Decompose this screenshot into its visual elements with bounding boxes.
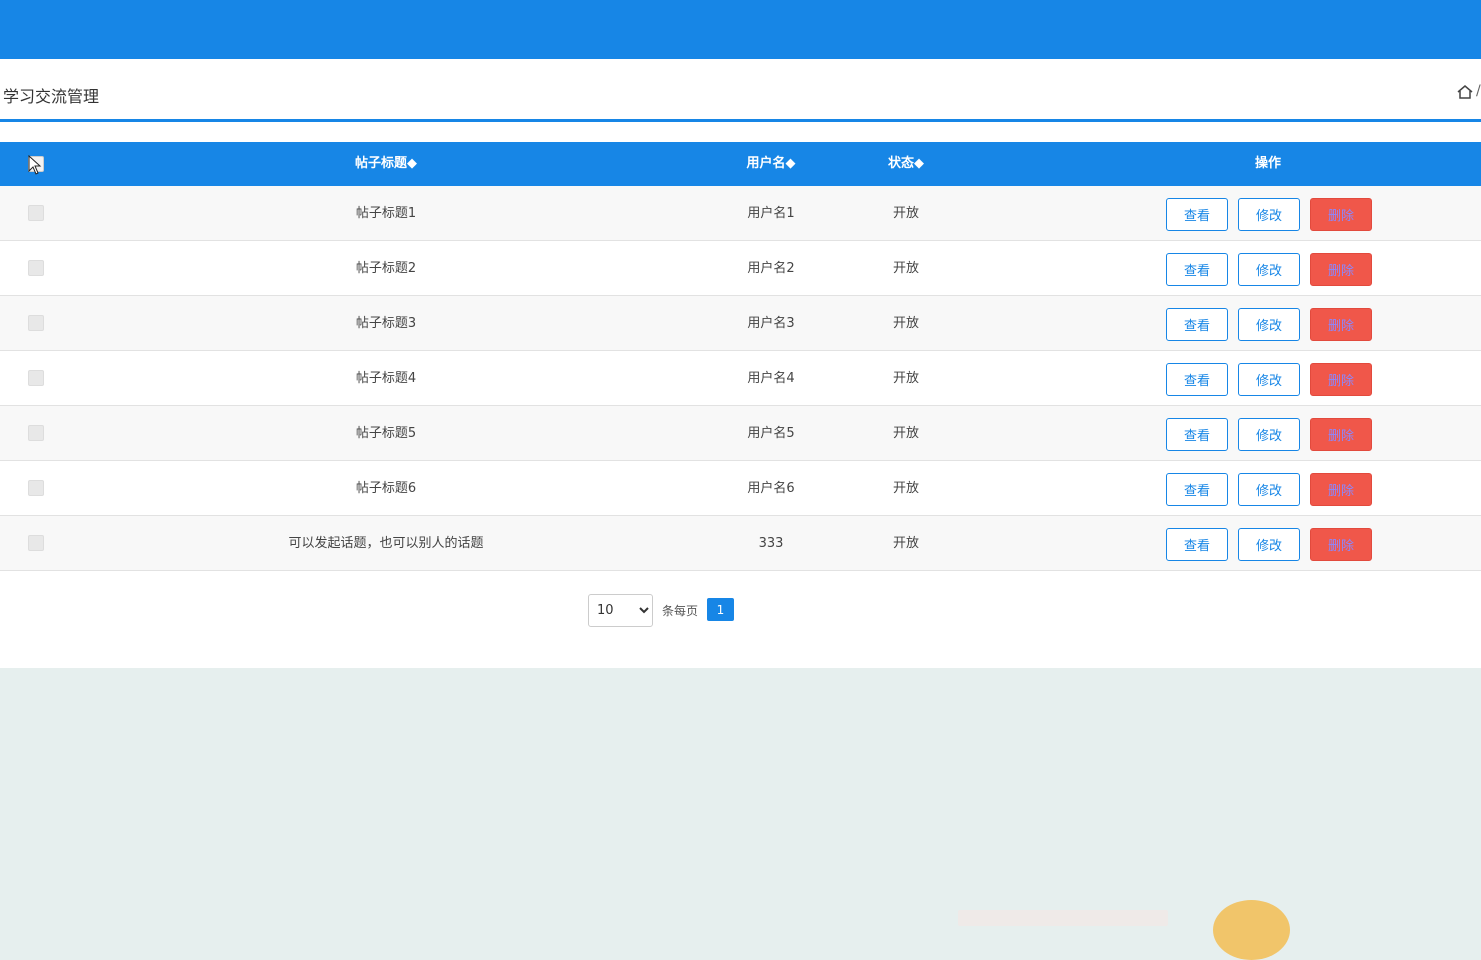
table-row: 帖子标题6 用户名6 开放 查看 修改 删除 <box>0 461 1481 516</box>
edit-button[interactable]: 修改 <box>1238 308 1300 341</box>
delete-button[interactable]: 删除 <box>1310 253 1372 286</box>
pagination: 10 条每页 1 <box>0 594 1481 630</box>
cell-status: 开放 <box>892 426 919 441</box>
cell-status: 开放 <box>892 206 919 221</box>
cell-username: 用户名5 <box>747 426 795 441</box>
row-checkbox[interactable] <box>28 535 44 551</box>
delete-button[interactable]: 删除 <box>1310 308 1372 341</box>
table-header: 帖子标题◆ 用户名◆ 状态◆ 操作 <box>0 142 1481 186</box>
edit-button[interactable]: 修改 <box>1238 528 1300 561</box>
row-checkbox[interactable] <box>28 370 44 386</box>
view-button[interactable]: 查看 <box>1166 308 1228 341</box>
watermark-toolbar <box>958 910 1168 926</box>
table-body: 帖子标题1 用户名1 开放 查看 修改 删除 帖子标题2 用户名2 开放 查看 … <box>0 186 1481 571</box>
home-icon[interactable] <box>1456 83 1474 101</box>
column-header-actions: 操作 <box>1254 156 1281 171</box>
table-row: 帖子标题3 用户名3 开放 查看 修改 删除 <box>0 296 1481 351</box>
row-checkbox[interactable] <box>28 260 44 276</box>
table-row: 帖子标题5 用户名5 开放 查看 修改 删除 <box>0 406 1481 461</box>
cell-title: 可以发起话题，也可以别人的话题 <box>288 536 484 551</box>
cell-status: 开放 <box>892 316 919 331</box>
cell-title: 帖子标题5 <box>355 426 417 441</box>
breadcrumb-separator: / <box>1476 83 1481 99</box>
page-title: 学习交流管理 <box>3 87 100 106</box>
view-button[interactable]: 查看 <box>1166 253 1228 286</box>
cell-username: 用户名6 <box>747 481 795 496</box>
column-header-username[interactable]: 用户名◆ <box>721 142 821 186</box>
edit-button[interactable]: 修改 <box>1238 198 1300 231</box>
cell-title: 帖子标题2 <box>355 261 417 276</box>
cell-status: 开放 <box>892 536 919 551</box>
edit-button[interactable]: 修改 <box>1238 363 1300 396</box>
row-checkbox[interactable] <box>28 480 44 496</box>
view-button[interactable]: 查看 <box>1166 198 1228 231</box>
delete-button[interactable]: 删除 <box>1310 363 1372 396</box>
cell-username: 用户名3 <box>747 316 795 331</box>
column-header-title[interactable]: 帖子标题◆ <box>286 142 486 186</box>
delete-button[interactable]: 删除 <box>1310 418 1372 451</box>
cell-title: 帖子标题4 <box>355 371 417 386</box>
page-header: 学习交流管理 / <box>0 59 1481 122</box>
page-size-select[interactable]: 10 <box>588 594 653 627</box>
table-row: 可以发起话题，也可以别人的话题 333 开放 查看 修改 删除 <box>0 516 1481 571</box>
table-row: 帖子标题2 用户名2 开放 查看 修改 删除 <box>0 241 1481 296</box>
delete-button[interactable]: 删除 <box>1310 528 1372 561</box>
cell-username: 用户名2 <box>747 261 795 276</box>
edit-button[interactable]: 修改 <box>1238 473 1300 506</box>
page-button-current[interactable]: 1 <box>707 598 734 621</box>
edit-button[interactable]: 修改 <box>1238 253 1300 286</box>
cell-title: 帖子标题6 <box>355 481 417 496</box>
per-page-label: 条每页 <box>662 604 699 618</box>
cell-title: 帖子标题3 <box>355 316 417 331</box>
edit-button[interactable]: 修改 <box>1238 418 1300 451</box>
view-button[interactable]: 查看 <box>1166 363 1228 396</box>
cell-username: 用户名4 <box>747 371 795 386</box>
cell-status: 开放 <box>892 481 919 496</box>
table-row: 帖子标题1 用户名1 开放 查看 修改 删除 <box>0 186 1481 241</box>
cell-username: 333 <box>758 536 784 551</box>
view-button[interactable]: 查看 <box>1166 473 1228 506</box>
top-navbar <box>0 0 1481 59</box>
floating-assistant-button[interactable] <box>1213 900 1290 960</box>
row-checkbox[interactable] <box>28 315 44 331</box>
cell-title: 帖子标题1 <box>355 206 417 221</box>
cell-status: 开放 <box>892 371 919 386</box>
cell-username: 用户名1 <box>747 206 795 221</box>
delete-button[interactable]: 删除 <box>1310 473 1372 506</box>
mouse-cursor-icon <box>28 155 42 175</box>
cell-status: 开放 <box>892 261 919 276</box>
delete-button[interactable]: 删除 <box>1310 198 1372 231</box>
content-panel: 学习交流管理 / 帖子标题◆ 用户名◆ 状态◆ 操作 帖子标题1 用户名1 开放… <box>0 59 1481 668</box>
view-button[interactable]: 查看 <box>1166 528 1228 561</box>
column-header-status[interactable]: 状态◆ <box>866 142 946 186</box>
row-checkbox[interactable] <box>28 205 44 221</box>
table-row: 帖子标题4 用户名4 开放 查看 修改 删除 <box>0 351 1481 406</box>
view-button[interactable]: 查看 <box>1166 418 1228 451</box>
row-checkbox[interactable] <box>28 425 44 441</box>
